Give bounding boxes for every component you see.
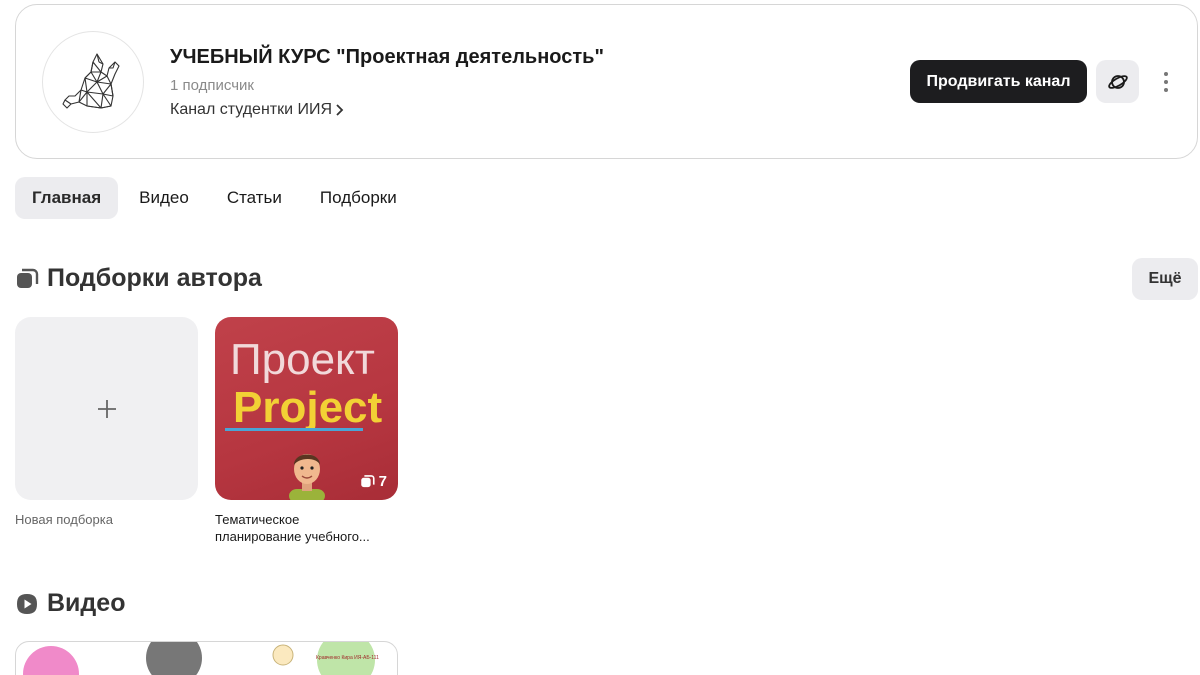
cover-title-en: Project [233,383,383,432]
collections-section-header: Подборки автора [15,264,262,293]
cover-underline [225,428,363,431]
collection-caption-line1: Тематическое [215,512,300,527]
chevron-right-icon [336,104,344,116]
subscriber-count: 1 подписчик [170,77,254,94]
boy-avatar-illustration [289,454,325,500]
video-thumbnail-text: Кравченко Кира ИЯ-АБ-111 [316,655,379,661]
dot-icon [1164,80,1168,84]
collection-card[interactable]: Проект Project 7 [215,317,398,500]
tab-video[interactable]: Видео [122,177,206,219]
collections-icon [17,268,39,288]
plus-icon [97,399,116,418]
tab-collections[interactable]: Подборки [303,177,414,219]
channel-description-link[interactable]: Канал студентки ИИЯ [170,101,345,119]
new-collection-button[interactable] [15,317,198,500]
videos-section-header: Видео [15,589,125,618]
video-play-icon [17,593,37,614]
tab-articles[interactable]: Статьи [210,177,299,219]
collection-caption[interactable]: Тематическое планирование учебного... [215,511,370,545]
planet-icon [1107,74,1128,89]
videos-title: Видео [47,589,126,617]
promote-channel-button[interactable]: Продвигать канал [910,60,1087,103]
dot-icon [1164,88,1168,92]
collections-title: Подборки автора [47,264,262,292]
collection-item-count: 7 [360,473,387,490]
dot-icon [1164,72,1168,76]
collections-more-button[interactable]: Ещё [1132,258,1198,300]
collection-count-value: 7 [378,473,387,490]
tab-main[interactable]: Главная [15,177,119,219]
collections-icon [360,475,375,488]
more-options-button[interactable] [1156,67,1176,97]
channel-header-card: УЧЕБНЫЙ КУРС "Проектная деятельность" 1 … [15,4,1198,159]
cat-logo-icon [62,53,120,109]
channel-tabs: Главная Видео Статьи Подборки [15,177,418,219]
planet-button[interactable] [1096,60,1139,103]
channel-title: УЧЕБНЫЙ КУРС "Проектная деятельность" [170,46,604,68]
new-collection-label: Новая подборка [15,512,113,527]
video-card[interactable]: Кравченко Кира ИЯ-АБ-111 [15,641,398,675]
cover-title-ru: Проект [230,335,375,384]
collection-caption-line2: планирование учебного... [215,529,370,544]
channel-description: Канал студентки ИИЯ [170,101,333,118]
channel-avatar[interactable] [42,31,144,133]
